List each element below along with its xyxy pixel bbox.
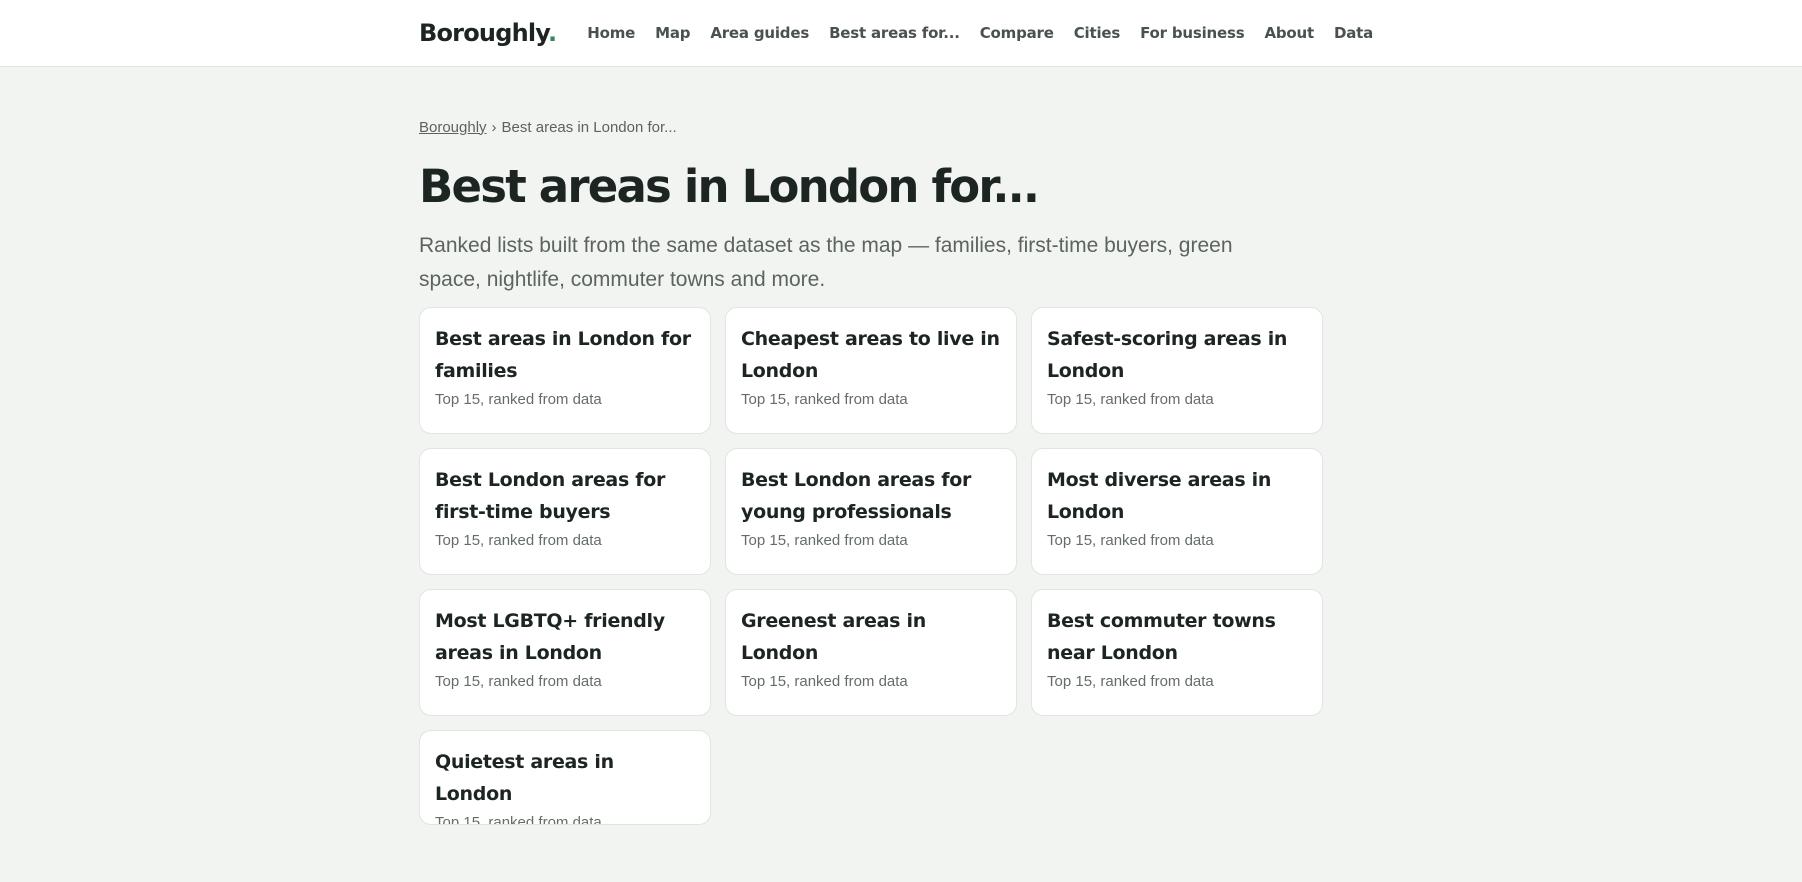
- logo-text: Boroughly: [419, 19, 549, 47]
- card-subtitle: Top 15, ranked from data: [1047, 391, 1214, 408]
- nav-home[interactable]: Home: [587, 24, 635, 42]
- list-card-cheapest[interactable]: Cheapest areas to live in London Top 15,…: [725, 307, 1017, 434]
- card-title: Best London areas for young professional…: [741, 469, 972, 523]
- nav-about[interactable]: About: [1264, 24, 1314, 42]
- list-card-diverse[interactable]: Most diverse areas in London Top 15, ran…: [1031, 448, 1323, 575]
- nav-area-guides[interactable]: Area guides: [710, 24, 809, 42]
- logo-dot: .: [547, 19, 557, 47]
- list-cards-grid: Best areas in London for families Top 15…: [419, 307, 1323, 857]
- breadcrumb-separator: ›: [491, 118, 497, 136]
- card-subtitle: Top 15, ranked from data: [435, 391, 602, 408]
- nav-best-areas-for[interactable]: Best areas for...: [829, 24, 960, 42]
- header-inner: Boroughly. Home Map Area guides Best are…: [419, 0, 1373, 66]
- card-subtitle: Top 15, ranked from data: [435, 532, 602, 549]
- card-title: Best commuter towns near London: [1047, 610, 1276, 664]
- list-card-safest[interactable]: Safest-scoring areas in London Top 15, r…: [1031, 307, 1323, 434]
- nav-cities[interactable]: Cities: [1074, 24, 1121, 42]
- list-card-first-time-buyers[interactable]: Best London areas for first-time buyers …: [419, 448, 711, 575]
- card-title: Best areas in London for families: [435, 328, 691, 382]
- card-subtitle: Top 15, ranked from data: [435, 814, 602, 825]
- nav-for-business[interactable]: For business: [1140, 24, 1245, 42]
- site-logo[interactable]: Boroughly.: [419, 19, 557, 47]
- page-title: Best areas in London for...: [419, 160, 1040, 213]
- site-header: Boroughly. Home Map Area guides Best are…: [0, 0, 1802, 67]
- nav-compare[interactable]: Compare: [980, 24, 1054, 42]
- card-subtitle: Top 15, ranked from data: [1047, 532, 1214, 549]
- card-subtitle: Top 15, ranked from data: [741, 532, 908, 549]
- list-card-quietest[interactable]: Quietest areas in London Top 15, ranked …: [419, 730, 711, 825]
- card-title: Best London areas for first-time buyers: [435, 469, 666, 523]
- nav-map[interactable]: Map: [655, 24, 690, 42]
- breadcrumb-home-link[interactable]: Boroughly: [419, 119, 487, 136]
- page-intro: Ranked lists built from the same dataset…: [419, 234, 1233, 291]
- card-subtitle: Top 15, ranked from data: [1047, 673, 1214, 690]
- card-title: Greenest areas in London: [741, 610, 926, 664]
- list-card-lgbtq-friendly[interactable]: Most LGBTQ+ friendly areas in London Top…: [419, 589, 711, 716]
- card-title: Quietest areas in London: [435, 751, 614, 805]
- nav-data[interactable]: Data: [1334, 24, 1373, 42]
- breadcrumb: Boroughly › Best areas in London for...: [419, 117, 1325, 137]
- card-title: Safest-scoring areas in London: [1047, 328, 1288, 382]
- list-card-young-professionals[interactable]: Best London areas for young professional…: [725, 448, 1017, 575]
- main-content: Boroughly › Best areas in London for... …: [419, 117, 1325, 825]
- card-subtitle: Top 15, ranked from data: [741, 673, 908, 690]
- card-subtitle: Top 15, ranked from data: [435, 673, 602, 690]
- list-card-families[interactable]: Best areas in London for families Top 15…: [419, 307, 711, 434]
- main-nav: Home Map Area guides Best areas for... C…: [587, 24, 1373, 42]
- card-subtitle: Top 15, ranked from data: [741, 391, 908, 408]
- list-card-commuter-towns[interactable]: Best commuter towns near London Top 15, …: [1031, 589, 1323, 716]
- list-card-greenest[interactable]: Greenest areas in London Top 15, ranked …: [725, 589, 1017, 716]
- breadcrumb-current: Best areas in London for...: [501, 118, 677, 136]
- card-title: Cheapest areas to live in London: [741, 328, 1000, 382]
- card-title: Most diverse areas in London: [1047, 469, 1272, 523]
- card-title: Most LGBTQ+ friendly areas in London: [435, 610, 665, 664]
